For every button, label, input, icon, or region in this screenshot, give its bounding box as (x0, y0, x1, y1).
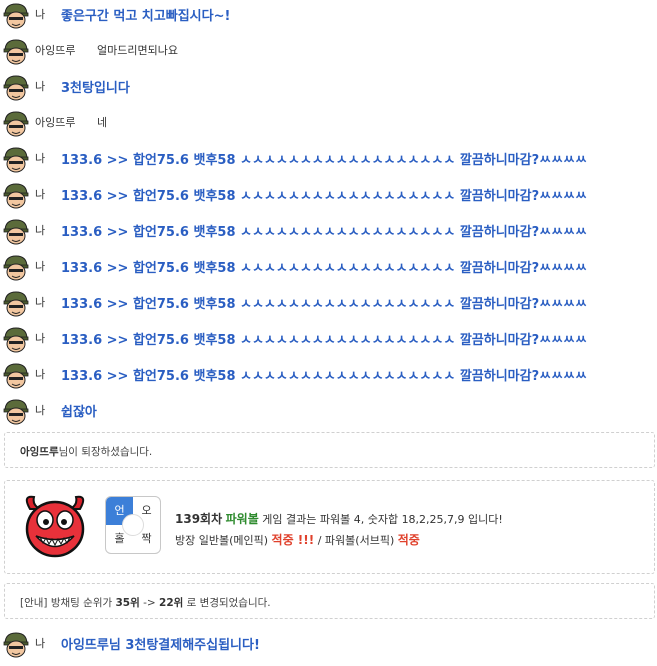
chat-message-final: 나 아잉뜨루님 3천탕결제해주십됩니다! (0, 632, 657, 666)
chat-message: 나 133.6 >> 합언75.6 뱃후58 ㅅㅅㅅㅅㅅㅅㅅㅅㅅㅅㅅㅅㅅㅅㅅㅅㅅㅅ… (0, 291, 657, 325)
soldier-avatar-icon (3, 255, 29, 281)
message-text: 133.6 >> 합언75.6 뱃후58 ㅅㅅㅅㅅㅅㅅㅅㅅㅅㅅㅅㅅㅅㅅㅅㅅㅅㅅ … (61, 189, 587, 204)
message-text: 133.6 >> 합언75.6 뱃후58 ㅅㅅㅅㅅㅅㅅㅅㅅㅅㅅㅅㅅㅅㅅㅅㅅㅅㅅ … (61, 153, 587, 168)
message-text: 3천탕입니다 (61, 81, 130, 96)
chat-log: 나 좋은구간 먹고 치고빠집시다~! 아잉뜨루 얼마드리면되나요 나 3천탕입니다 아잉뜨루… (0, 0, 657, 658)
message-text: 쉽잖아 (61, 405, 97, 420)
round-number: 139회차 (175, 512, 223, 526)
message-text: 133.6 >> 합언75.6 뱃후58 ㅅㅅㅅㅅㅅㅅㅅㅅㅅㅅㅅㅅㅅㅅㅅㅅㅅㅅ … (61, 225, 587, 240)
soldier-avatar-icon (3, 399, 29, 425)
odd-even-board: 언 오 홀 짝 (105, 496, 161, 554)
main-pick-hit: 적중 !!! (271, 533, 315, 547)
rank-notice-prefix: [안내] 방채팅 순위가 (20, 597, 116, 609)
soldier-avatar-icon (3, 147, 29, 173)
rank-from: 35위 (115, 597, 140, 609)
chat-message: 나 133.6 >> 합언75.6 뱃후58 ㅅㅅㅅㅅㅅㅅㅅㅅㅅㅅㅅㅅㅅㅅㅅㅅㅅㅅ… (0, 363, 657, 397)
soldier-avatar-icon (3, 632, 29, 658)
rank-to: 22위 (159, 597, 184, 609)
sender-name: 나 (35, 332, 46, 345)
chat-message: 나 133.6 >> 합언75.6 뱃후58 ㅅㅅㅅㅅㅅㅅㅅㅅㅅㅅㅅㅅㅅㅅㅅㅅㅅㅅ… (0, 219, 657, 253)
soldier-avatar-icon (3, 75, 29, 101)
soldier-avatar-icon (3, 327, 29, 353)
sub-pick-hit: 적중 (397, 533, 420, 547)
chat-message: 나 쉽잖아 (0, 399, 657, 433)
sub-pick-label: / 파워볼(서브픽) (317, 534, 395, 547)
sender-name: 나 (35, 260, 46, 273)
soldier-avatar-icon (3, 183, 29, 209)
soldier-avatar-icon (3, 111, 29, 137)
rank-notice-suffix: 로 변경되었습니다. (183, 597, 271, 609)
sender-name: 나 (35, 404, 46, 417)
soldier-avatar-icon (3, 291, 29, 317)
sender-name: 나 (35, 152, 46, 165)
game-result-card: 언 오 홀 짝 139회차 파워볼 게임 결과는 파워볼 4, 숫자합 18,2… (4, 480, 655, 574)
sender-name: 나 (35, 8, 46, 21)
chat-message: 아잉뜨루 얼마드리면되나요 (0, 39, 657, 73)
chat-message: 아잉뜨루 네 (0, 111, 657, 145)
sender-name: 나 (35, 637, 46, 650)
sender-name: 나 (35, 296, 46, 309)
rank-arrow: -> (139, 597, 160, 609)
message-text: 네 (97, 116, 108, 129)
sender-name: 나 (35, 80, 46, 93)
chat-message: 나 133.6 >> 합언75.6 뱃후58 ㅅㅅㅅㅅㅅㅅㅅㅅㅅㅅㅅㅅㅅㅅㅅㅅㅅㅅ… (0, 255, 657, 289)
exit-notice: 아잉뜨루님이 퇴장하셨습니다. (4, 432, 655, 468)
message-text: 133.6 >> 합언75.6 뱃후58 ㅅㅅㅅㅅㅅㅅㅅㅅㅅㅅㅅㅅㅅㅅㅅㅅㅅㅅ … (61, 297, 587, 312)
chat-message: 나 133.6 >> 합언75.6 뱃후58 ㅅㅅㅅㅅㅅㅅㅅㅅㅅㅅㅅㅅㅅㅅㅅㅅㅅㅅ… (0, 183, 657, 217)
chat-message: 나 좋은구간 먹고 치고빠집시다~! (0, 3, 657, 37)
devil-mascot-icon (25, 495, 85, 558)
result-detail: 게임 결과는 파워볼 4, 숫자합 18,2,25,7,9 입니다! (262, 513, 503, 526)
message-text: 133.6 >> 합언75.6 뱃후58 ㅅㅅㅅㅅㅅㅅㅅㅅㅅㅅㅅㅅㅅㅅㅅㅅㅅㅅ … (61, 369, 587, 384)
soldier-avatar-icon (3, 363, 29, 389)
main-pick-label: 방장 일반볼(메인픽) (175, 534, 269, 547)
soldier-avatar-icon (3, 3, 29, 29)
message-text: 133.6 >> 합언75.6 뱃후58 ㅅㅅㅅㅅㅅㅅㅅㅅㅅㅅㅅㅅㅅㅅㅅㅅㅅㅅ … (61, 333, 587, 348)
message-text: 133.6 >> 합언75.6 뱃후58 ㅅㅅㅅㅅㅅㅅㅅㅅㅅㅅㅅㅅㅅㅅㅅㅅㅅㅅ … (61, 261, 587, 276)
sender-name: 나 (35, 188, 46, 201)
chat-message: 나 133.6 >> 합언75.6 뱃후58 ㅅㅅㅅㅅㅅㅅㅅㅅㅅㅅㅅㅅㅅㅅㅅㅅㅅㅅ… (0, 327, 657, 361)
message-text: 좋은구간 먹고 치고빠집시다~! (61, 9, 231, 24)
chat-message: 나 3천탕입니다 (0, 75, 657, 109)
result-line-2: 방장 일반볼(메인픽) 적중 !!! / 파워볼(서브픽) 적중 (175, 531, 420, 548)
sender-name: 나 (35, 368, 46, 381)
rank-notice: [안내] 방채팅 순위가 35위 -> 22위 로 변경되었습니다. (4, 583, 655, 619)
soldier-avatar-icon (3, 39, 29, 65)
message-text: 얼마드리면되나요 (97, 44, 178, 57)
game-name: 파워볼 (225, 512, 259, 526)
result-line-1: 139회차 파워볼 게임 결과는 파워볼 4, 숫자합 18,2,25,7,9 … (175, 510, 503, 527)
exit-notice-user: 아잉뜨루 (20, 446, 59, 458)
sender-name: 나 (35, 224, 46, 237)
exit-notice-text: 님이 퇴장하셨습니다. (58, 446, 153, 458)
sender-name: 아잉뜨루 (35, 44, 76, 57)
board-ball-icon (122, 514, 144, 536)
chat-message: 나 133.6 >> 합언75.6 뱃후58 ㅅㅅㅅㅅㅅㅅㅅㅅㅅㅅㅅㅅㅅㅅㅅㅅㅅㅅ… (0, 147, 657, 181)
sender-name: 아잉뜨루 (35, 116, 76, 129)
soldier-avatar-icon (3, 219, 29, 245)
message-text: 아잉뜨루님 3천탕결제해주십됩니다! (61, 638, 260, 653)
